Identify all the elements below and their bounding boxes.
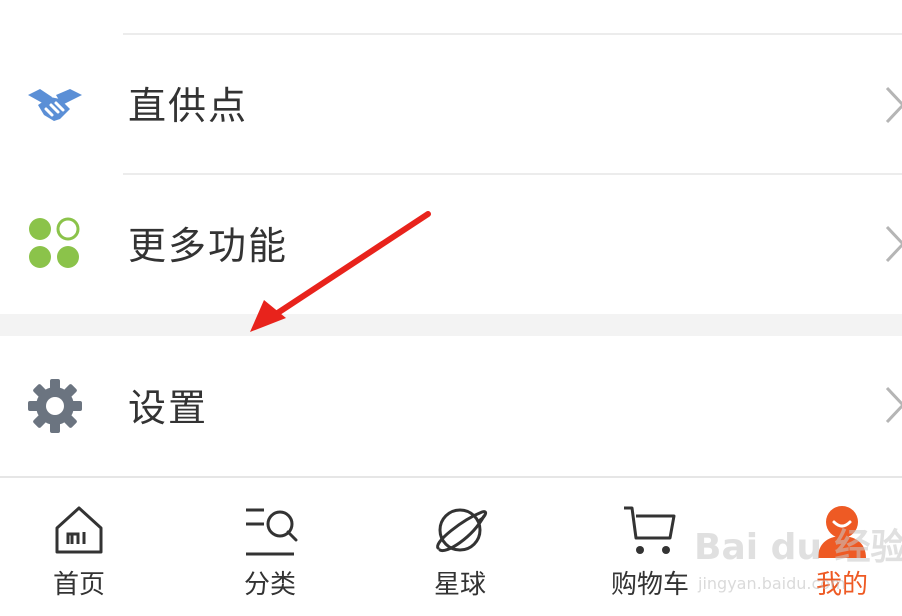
tab-planet[interactable]: 星球: [400, 478, 520, 616]
menu-item-settings[interactable]: 设置: [0, 345, 902, 465]
menu-item-more-features[interactable]: 更多功能: [0, 184, 902, 304]
tab-category[interactable]: 分类: [210, 478, 330, 616]
planet-icon: [432, 502, 488, 558]
chevron-right-icon: [884, 85, 902, 125]
apps-grid-icon: [26, 215, 84, 273]
divider: [123, 33, 902, 35]
chevron-right-icon: [884, 224, 902, 264]
cart-icon: [622, 502, 678, 558]
category-search-icon: [242, 502, 298, 558]
watermark-url: jingyan.baidu.com: [698, 574, 846, 593]
watermark-text: Bai du 经验: [694, 527, 902, 568]
menu-item-label: 直供点: [128, 84, 249, 128]
menu-item-direct-supply[interactable]: 直供点: [0, 45, 902, 165]
tab-home[interactable]: 首页: [19, 478, 139, 616]
tab-label: 分类: [243, 570, 296, 600]
home-icon: [51, 502, 107, 558]
tab-label: 星球: [433, 570, 486, 600]
gear-icon: [26, 377, 84, 435]
handshake-icon: [26, 75, 84, 133]
section-separator: [0, 314, 902, 336]
app-screen: 直供点 更多功能 设置 首页 分类 星球 购物车 我的 Bai du 经验 ji…: [0, 0, 902, 616]
tab-label: 首页: [52, 570, 105, 600]
watermark-logo: Bai du 经验 jingyan.baidu.com: [688, 512, 902, 602]
menu-item-label: 设置: [128, 386, 209, 430]
menu-item-label: 更多功能: [128, 224, 289, 268]
divider: [123, 173, 902, 175]
chevron-right-icon: [884, 385, 902, 425]
